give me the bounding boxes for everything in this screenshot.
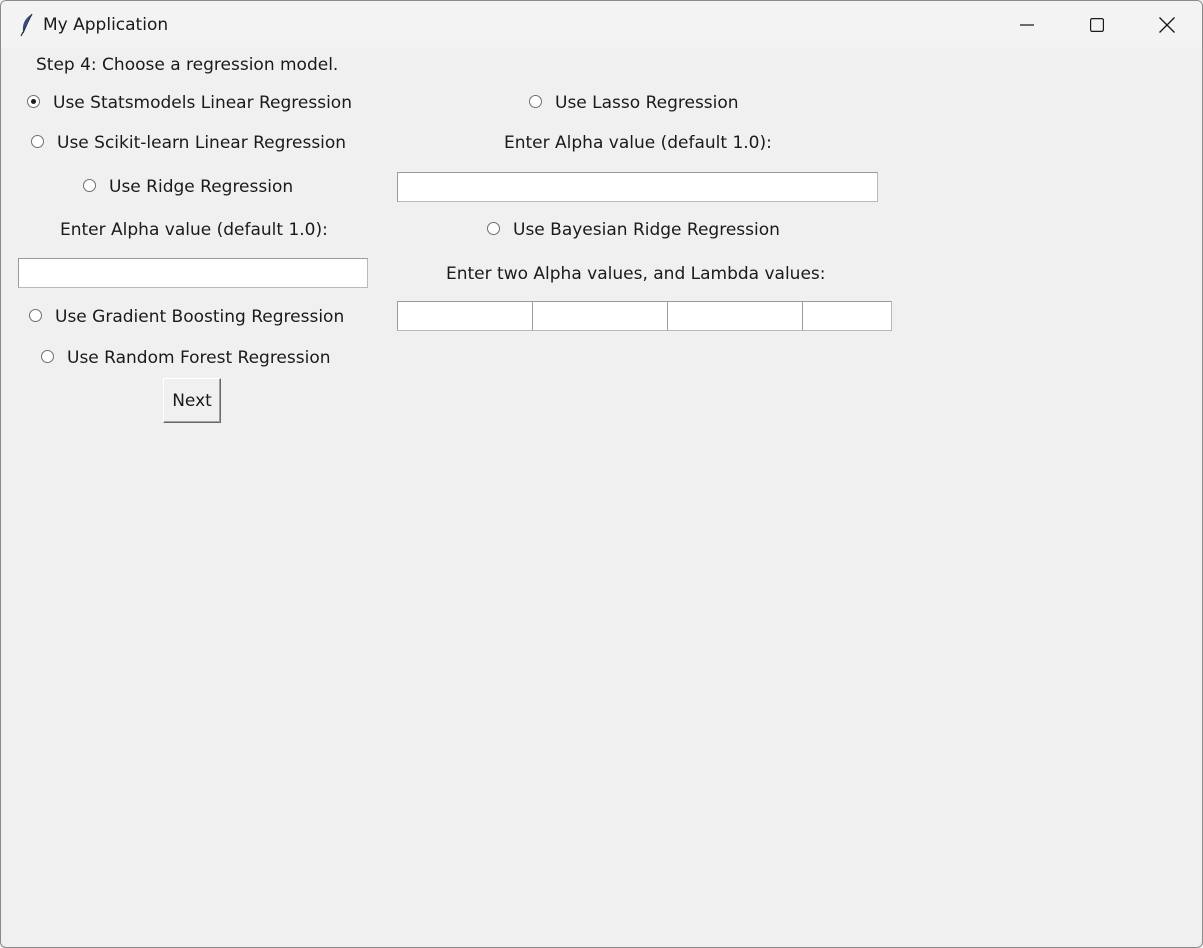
minimize-icon [1020,23,1034,26]
radio-indicator[interactable] [31,135,44,148]
ridge-alpha-input[interactable] [18,258,368,288]
radio-sklearn-label[interactable]: Use Scikit-learn Linear Regression [57,132,346,154]
step-label: Step 4: Choose a regression model. [36,55,339,75]
lambda-1-input[interactable] [667,301,803,331]
minimize-button[interactable] [992,1,1062,48]
radio-indicator[interactable] [487,222,500,235]
radio-random-forest-label[interactable]: Use Random Forest Regression [67,347,331,369]
alpha-1-input[interactable] [397,301,533,331]
feather-icon [19,13,35,37]
radio-statsmodels-label[interactable]: Use Statsmodels Linear Regression [53,92,352,114]
maximize-button[interactable] [1062,1,1132,48]
maximize-icon [1090,17,1104,32]
radio-indicator[interactable] [41,350,54,363]
lambda-2-input[interactable] [802,301,892,331]
next-button[interactable]: Next [163,378,221,423]
radio-indicator[interactable] [83,179,96,192]
radio-bayesian-ridge-label[interactable]: Use Bayesian Ridge Regression [513,219,780,241]
radio-gradient-boosting-label[interactable]: Use Gradient Boosting Regression [55,306,344,328]
ridge-alpha-label: Enter Alpha value (default 1.0): [60,220,328,240]
window-title: My Application [43,15,169,35]
lasso-alpha-input[interactable] [397,172,878,202]
bayesian-params-label: Enter two Alpha values, and Lambda value… [446,264,826,284]
close-icon [1159,16,1175,33]
lasso-alpha-label: Enter Alpha value (default 1.0): [504,133,772,153]
radio-ridge-label[interactable]: Use Ridge Regression [109,176,293,198]
alpha-2-input[interactable] [532,301,668,331]
radio-lasso-label[interactable]: Use Lasso Regression [555,92,739,114]
radio-indicator[interactable] [529,95,542,108]
close-button[interactable] [1132,1,1202,48]
title-bar[interactable]: My Application [1,1,1202,48]
app-window: My Application Step 4: Choose a regressi… [0,0,1203,948]
radio-indicator[interactable] [29,309,42,322]
radio-indicator[interactable] [27,95,40,108]
